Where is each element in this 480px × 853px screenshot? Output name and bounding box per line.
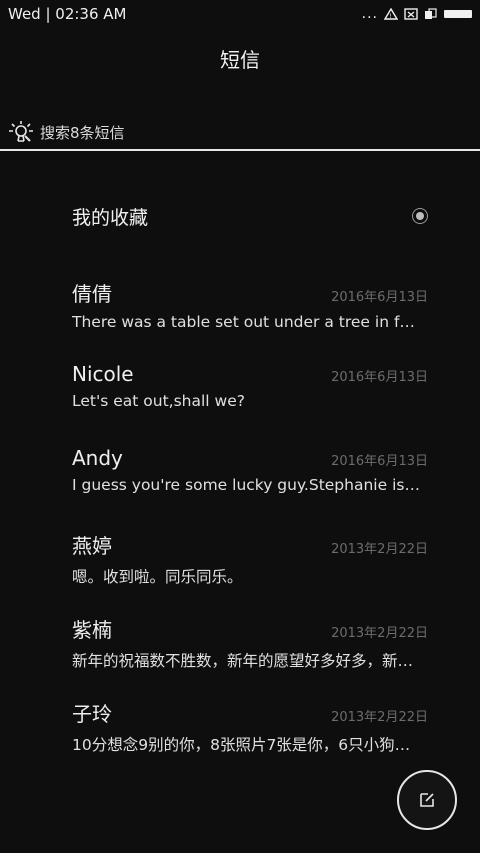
thread-date: 2016年6月13日: [331, 290, 428, 305]
thread-name: 子玲: [72, 702, 112, 726]
radio-dot: [416, 212, 424, 220]
no-sim-icon: [404, 8, 418, 20]
sim-icon: [425, 8, 437, 19]
thread-name: Nicole: [72, 362, 134, 386]
signal-icon: !: [384, 8, 398, 20]
thread-date: 2013年2月22日: [331, 710, 428, 725]
thread-item[interactable]: Nicole 2016年6月13日 Let's eat out,shall we…: [72, 362, 428, 432]
search-bar[interactable]: 搜索8条短信: [0, 115, 480, 149]
thread-date: 2016年6月13日: [331, 370, 428, 385]
thread-date: 2013年2月22日: [331, 626, 428, 641]
thread-preview: 新年的祝福数不胜数，新年的愿望好多好多，新年快乐: [72, 652, 420, 670]
messages-screen: Wed | 02:36 AM ... ! 短信 搜索8条短信 我的收藏 倩倩 2…: [0, 0, 480, 853]
thread-item[interactable]: 燕婷 2013年2月22日 嗯。收到啦。同乐同乐。: [72, 530, 428, 600]
battery-icon: [444, 10, 472, 18]
compose-icon: [420, 793, 434, 807]
thread-item[interactable]: 子玲 2013年2月22日 10分想念9别的你，8张照片7张是你，6只小狗5只小…: [72, 698, 428, 768]
thread-name: 倩倩: [72, 282, 112, 306]
status-time: Wed | 02:36 AM: [8, 5, 127, 23]
thread-preview: Let's eat out,shall we?: [72, 392, 245, 410]
search-underline: [0, 149, 480, 151]
thread-item[interactable]: 紫楠 2013年2月22日 新年的祝福数不胜数，新年的愿望好多好多，新年快乐: [72, 614, 428, 684]
favorites-label: 我的收藏: [72, 206, 149, 229]
favorites-radio[interactable]: [412, 208, 428, 224]
thread-name: 燕婷: [72, 534, 112, 558]
thread-date: 2016年6月13日: [331, 454, 428, 469]
thread-preview: 嗯。收到啦。同乐同乐。: [72, 568, 243, 586]
thread-item[interactable]: 倩倩 2016年6月13日 There was a table set out …: [72, 278, 428, 348]
status-dots: ...: [361, 6, 378, 22]
search-input[interactable]: 搜索8条短信: [40, 122, 125, 143]
thread-item[interactable]: Andy 2016年6月13日 I guess you're some luck…: [72, 446, 428, 516]
thread-preview: 10分想念9别的你，8张照片7张是你，6只小狗5只小猫: [72, 736, 420, 754]
status-bar: Wed | 02:36 AM ... !: [0, 0, 480, 28]
page-title: 短信: [220, 48, 260, 72]
thread-name: 紫楠: [72, 618, 112, 642]
bulb-search-icon: [9, 121, 33, 142]
thread-preview: I guess you're some lucky guy.Stephanie …: [72, 476, 420, 494]
favorites-item[interactable]: 我的收藏: [72, 196, 428, 236]
compose-button[interactable]: [397, 770, 457, 830]
thread-date: 2013年2月22日: [331, 542, 428, 557]
thread-name: Andy: [72, 446, 123, 470]
thread-preview: There was a table set out under a tree i…: [72, 313, 420, 331]
svg-text:!: !: [389, 13, 391, 20]
status-icons: ... !: [362, 6, 472, 22]
